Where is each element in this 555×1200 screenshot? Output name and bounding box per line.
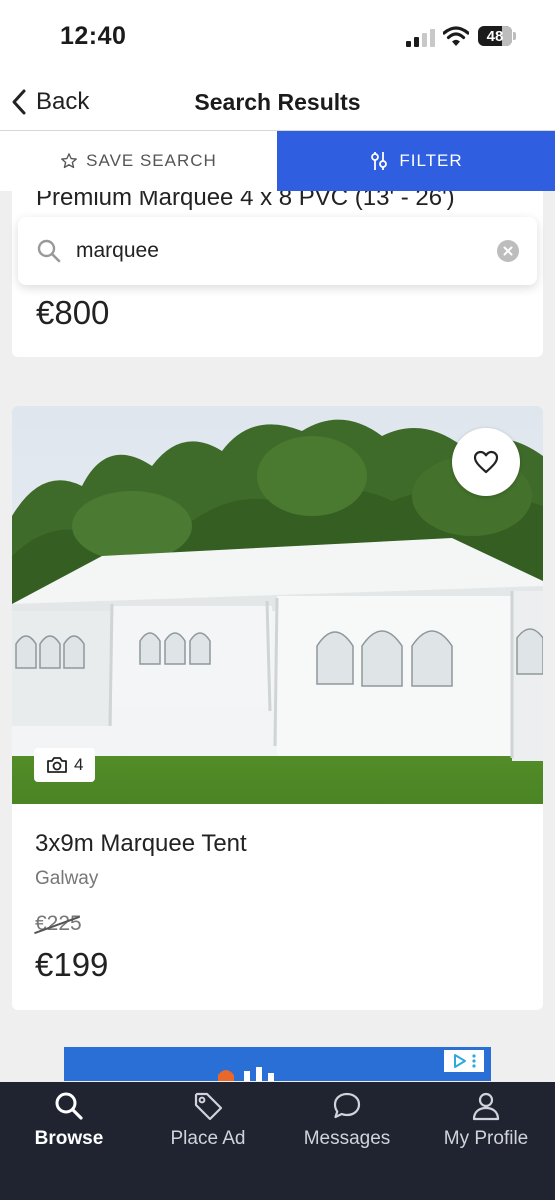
camera-icon <box>47 757 67 773</box>
star-icon <box>61 153 78 169</box>
ad-banner[interactable] <box>64 1047 491 1081</box>
signal-icon <box>406 29 436 47</box>
tab-label: Place Ad <box>170 1128 246 1149</box>
search-bar[interactable]: marquee <box>18 217 537 285</box>
search-icon <box>37 239 61 263</box>
search-icon <box>55 1092 83 1120</box>
back-button[interactable]: Back <box>10 82 89 122</box>
heart-icon <box>473 450 499 474</box>
tab-label: My Profile <box>443 1128 529 1149</box>
tab-place-ad[interactable]: Place Ad <box>139 1082 277 1200</box>
back-label: Back <box>36 88 90 115</box>
person-icon <box>472 1092 500 1121</box>
photo-count-badge: 4 <box>34 748 96 782</box>
filter-button[interactable]: FILTER <box>277 131 555 191</box>
filter-label: FILTER <box>399 151 463 170</box>
tab-my-profile[interactable]: My Profile <box>417 1082 555 1200</box>
battery-icon: 48 <box>478 26 516 46</box>
save-search-label: SAVE SEARCH <box>86 151 217 170</box>
close-icon <box>503 246 513 256</box>
tag-icon <box>194 1092 223 1121</box>
nav-header: Back Search Results <box>0 74 555 131</box>
tab-messages[interactable]: Messages <box>278 1082 416 1200</box>
wifi-icon <box>443 26 469 46</box>
battery-level: 48 <box>486 27 504 45</box>
listing-title: 3x9m Marquee Tent <box>35 830 247 857</box>
ad-choices-button[interactable] <box>444 1050 484 1072</box>
listing-card[interactable]: 4 3x9m Marquee Tent Galway €225 €199 <box>12 406 543 1010</box>
status-bar: 12:40 48 <box>0 0 555 74</box>
listing-original-price: €225 <box>34 912 82 936</box>
status-time: 12:40 <box>60 22 127 50</box>
ad-logo <box>218 1067 274 1081</box>
save-search-button[interactable]: SAVE SEARCH <box>0 131 277 191</box>
tab-browse[interactable]: Browse <box>0 1082 138 1200</box>
more-options-icon <box>472 1054 476 1068</box>
chevron-left-icon <box>12 89 26 115</box>
tab-label: Browse <box>34 1128 104 1149</box>
listing-location: Galway <box>35 868 99 889</box>
chat-bubble-icon <box>333 1092 361 1119</box>
bottom-tab-bar: Browse Place Ad Messages My Profile <box>0 1082 555 1200</box>
sliders-icon <box>371 152 388 170</box>
listing-price: €800 <box>36 294 110 331</box>
tab-label: Messages <box>303 1128 391 1149</box>
search-input[interactable]: marquee <box>76 239 497 263</box>
favorite-button[interactable] <box>452 428 520 496</box>
listing-price: €199 <box>35 946 109 983</box>
clear-search-button[interactable] <box>497 240 519 262</box>
photo-count: 4 <box>74 755 84 774</box>
ad-choices-icon <box>454 1054 466 1068</box>
